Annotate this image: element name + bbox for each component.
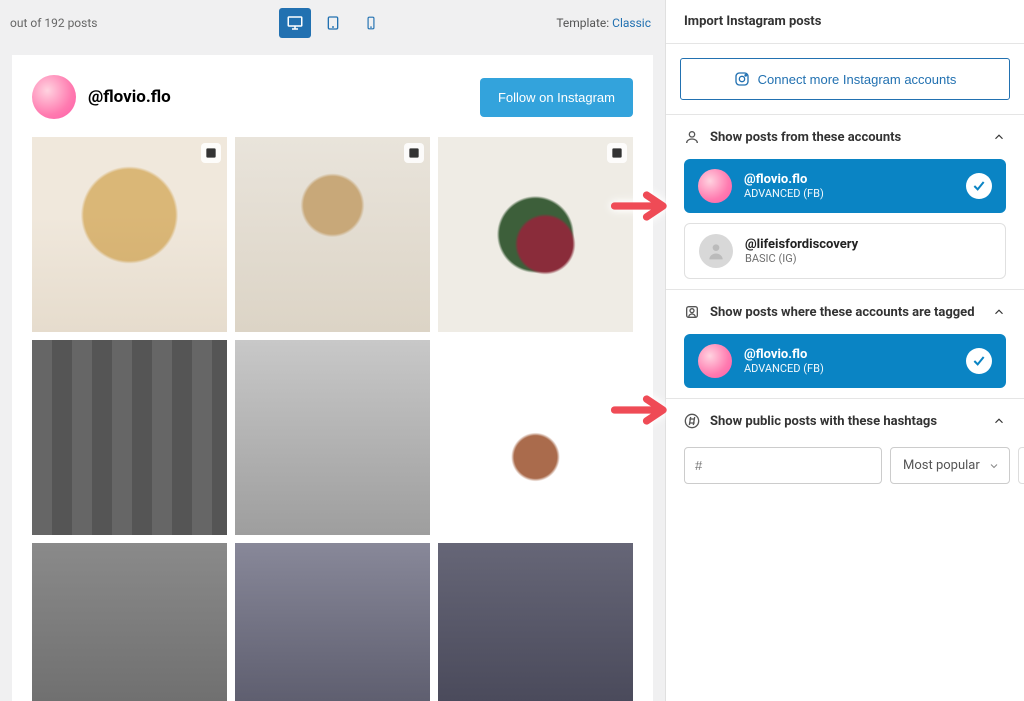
feed-tile[interactable] xyxy=(235,543,430,701)
mobile-icon xyxy=(364,16,378,30)
profile-avatar xyxy=(32,75,76,119)
section-accounts-title: Show posts from these accounts xyxy=(710,130,901,145)
feed-tile[interactable] xyxy=(32,137,227,332)
preview-pane: out of 192 posts Template: Classic @flov… xyxy=(0,0,665,701)
reel-icon xyxy=(404,143,424,163)
section-hashtags: Show public posts with these hashtags Mo… xyxy=(666,398,1024,498)
hashtag-icon xyxy=(684,413,700,429)
section-accounts-header[interactable]: Show posts from these accounts xyxy=(666,115,1024,159)
account-handle: @flovio.flo xyxy=(744,347,824,362)
device-mobile-button[interactable] xyxy=(355,8,387,38)
section-hashtags-title: Show public posts with these hashtags xyxy=(710,414,937,429)
reel-icon xyxy=(607,143,627,163)
account-handle: @lifeisfordiscovery xyxy=(745,237,858,252)
chevron-up-icon xyxy=(992,414,1006,428)
feed-tile[interactable] xyxy=(438,340,633,535)
check-icon xyxy=(966,348,992,374)
instagram-icon xyxy=(734,71,750,87)
feed-grid xyxy=(32,137,633,701)
tag-icon xyxy=(684,304,700,320)
device-switcher xyxy=(279,8,387,38)
sidebar-title: Import Instagram posts xyxy=(666,0,1024,44)
section-tagged: Show posts where these accounts are tagg… xyxy=(666,289,1024,398)
template-indicator: Template: Classic xyxy=(556,16,651,30)
chevron-up-icon xyxy=(992,130,1006,144)
feed-tile[interactable] xyxy=(32,543,227,701)
feed-tile[interactable] xyxy=(32,340,227,535)
hashtag-add-button[interactable]: Add xyxy=(1018,447,1024,484)
reel-icon xyxy=(201,143,221,163)
hashtag-sort-select[interactable]: Most popular xyxy=(890,447,1010,484)
feed-header: @flovio.flo Follow on Instagram xyxy=(32,75,633,119)
profile-handle: @flovio.flo xyxy=(88,87,171,107)
chevron-up-icon xyxy=(992,305,1006,319)
settings-sidebar: Import Instagram posts Connect more Inst… xyxy=(665,0,1024,701)
feed-tile[interactable] xyxy=(235,137,430,332)
desktop-icon xyxy=(286,14,304,32)
user-icon xyxy=(684,129,700,145)
hashtag-input[interactable] xyxy=(684,447,882,484)
check-icon xyxy=(966,173,992,199)
account-card[interactable]: @flovio.flo ADVANCED (FB) xyxy=(684,159,1006,213)
device-desktop-button[interactable] xyxy=(279,8,311,38)
account-subtitle: ADVANCED (FB) xyxy=(744,187,824,200)
connect-accounts-label: Connect more Instagram accounts xyxy=(758,72,957,87)
post-count-label: out of 192 posts xyxy=(10,16,97,30)
account-avatar xyxy=(698,169,732,203)
account-card[interactable]: @flovio.flo ADVANCED (FB) xyxy=(684,334,1006,388)
tablet-icon xyxy=(325,15,341,31)
connect-accounts-button[interactable]: Connect more Instagram accounts xyxy=(680,58,1010,100)
device-tablet-button[interactable] xyxy=(317,8,349,38)
section-hashtags-header[interactable]: Show public posts with these hashtags xyxy=(666,399,1024,443)
annotation-arrow-icon xyxy=(610,186,674,226)
template-label: Template: xyxy=(556,16,609,30)
account-avatar xyxy=(698,344,732,378)
section-accounts: Show posts from these accounts @flovio.f… xyxy=(666,114,1024,289)
account-card[interactable]: @lifeisfordiscovery BASIC (IG) xyxy=(684,223,1006,279)
section-tagged-header[interactable]: Show posts where these accounts are tagg… xyxy=(666,290,1024,334)
section-tagged-title: Show posts where these accounts are tagg… xyxy=(710,305,975,320)
account-avatar xyxy=(699,234,733,268)
template-link[interactable]: Classic xyxy=(612,16,651,30)
feed-tile[interactable] xyxy=(438,137,633,332)
feed-preview: @flovio.flo Follow on Instagram Load Mor… xyxy=(12,55,653,701)
feed-profile[interactable]: @flovio.flo xyxy=(32,75,171,119)
account-subtitle: ADVANCED (FB) xyxy=(744,362,824,375)
account-subtitle: BASIC (IG) xyxy=(745,252,858,265)
follow-button[interactable]: Follow on Instagram xyxy=(480,78,633,117)
feed-tile[interactable] xyxy=(438,543,633,701)
account-handle: @flovio.flo xyxy=(744,172,824,187)
feed-tile[interactable] xyxy=(235,340,430,535)
annotation-arrow-icon xyxy=(610,390,674,430)
preview-top-bar: out of 192 posts Template: Classic xyxy=(0,0,665,45)
